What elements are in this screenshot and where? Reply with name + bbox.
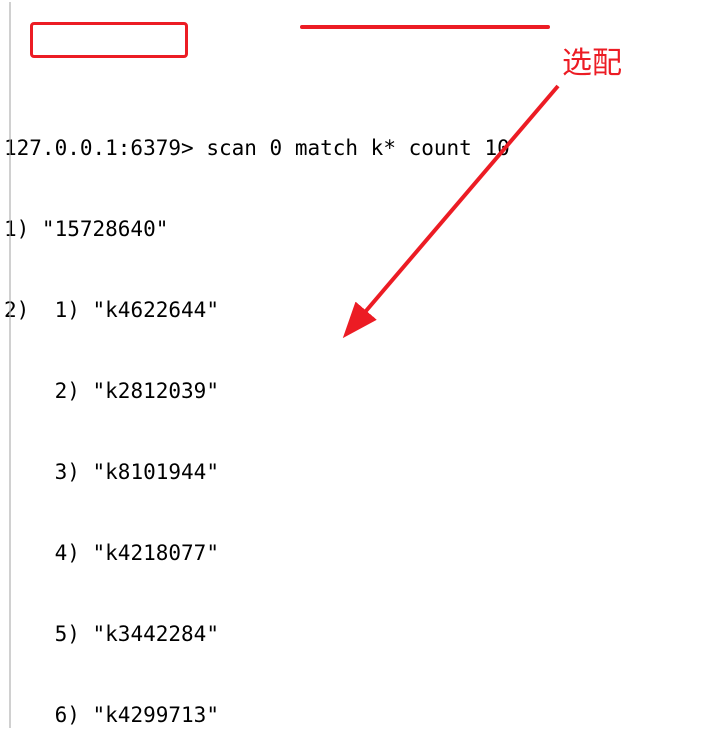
prompt: 127.0.0.1:6379>	[4, 136, 194, 160]
prompt-line-1: 127.0.0.1:6379> scan 0 match k* count 10	[4, 135, 718, 162]
command-1: scan 0 match k* count 10	[206, 136, 509, 160]
result1-cursor: 15728640	[55, 217, 156, 241]
r1-v4: k4218077	[105, 541, 206, 565]
result1-item-5: 5) "k3442284"	[4, 621, 718, 648]
annotation-underline	[300, 25, 550, 29]
left-border-rule	[9, 2, 11, 728]
terminal-output: 127.0.0.1:6379> scan 0 match k* count 10…	[0, 0, 718, 735]
result1-item-1: 2) 1) "k4622644"	[4, 297, 718, 324]
result1-item-3: 3) "k8101944"	[4, 459, 718, 486]
r1-v1: k4622644	[105, 298, 206, 322]
r1-v3: k8101944	[105, 460, 206, 484]
r1-v6: k4299713	[105, 703, 206, 727]
annotation-box	[30, 22, 188, 58]
r1-v5: k3442284	[105, 622, 206, 646]
result1-item-4: 4) "k4218077"	[4, 540, 718, 567]
result1-cursor-line: 1) "15728640"	[4, 216, 718, 243]
result1-item-6: 6) "k4299713"	[4, 702, 718, 729]
r1-v2: k2812039	[105, 379, 206, 403]
annotation-label: 选配	[562, 50, 622, 77]
result1-item-2: 2) "k2812039"	[4, 378, 718, 405]
